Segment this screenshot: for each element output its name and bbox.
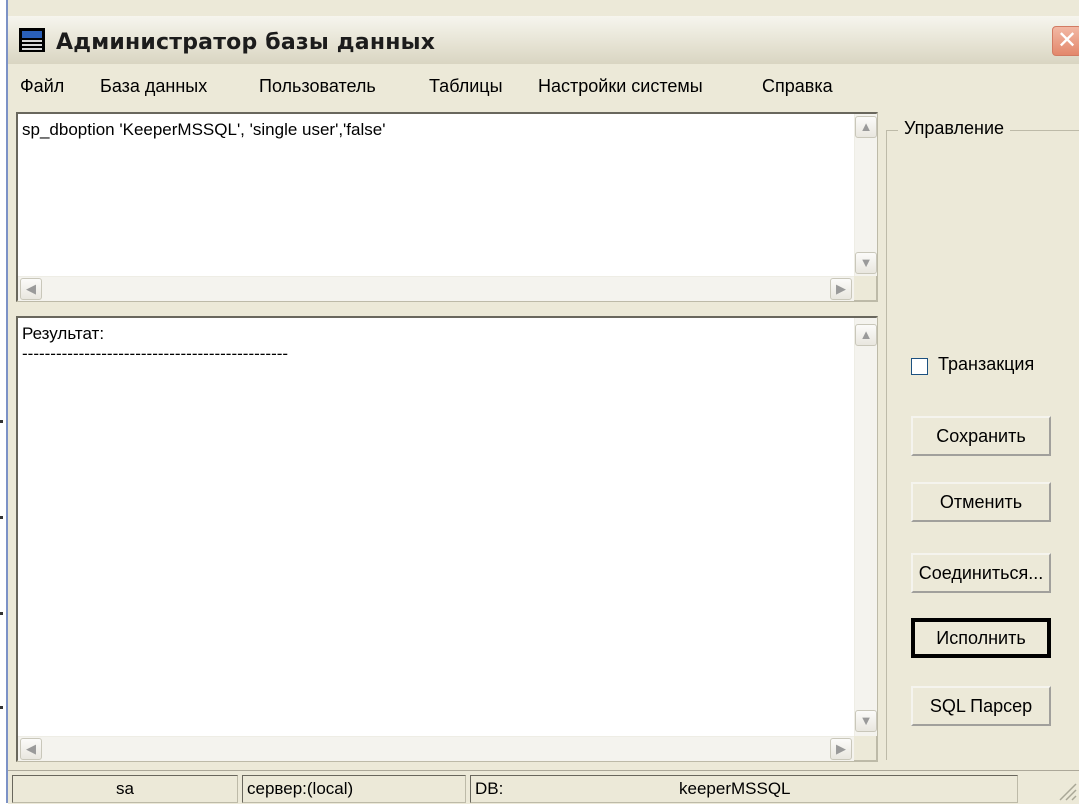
window-title: Администратор базы данных [56,30,436,55]
result-separator: ----------------------------------------… [22,344,289,363]
close-icon[interactable]: ✕ [1052,26,1079,56]
resize-grip-icon[interactable] [1048,776,1078,802]
sql-parser-button[interactable]: SQL Парсер [911,686,1051,726]
status-db-name: keeperMSSQL [679,779,791,798]
menu-bar: Файл База данных Пользователь Таблицы На… [8,66,1079,106]
transaction-label[interactable]: Транзакция [938,354,1034,375]
query-text[interactable]: sp_dboption 'KeeperMSSQL', 'single user'… [22,120,385,140]
result-text: Результат: -----------------------------… [22,324,288,364]
scroll-up-arrow-icon[interactable]: ▲ [855,324,877,346]
status-server: сервер:(local) [242,775,466,803]
scroll-left-arrow-icon[interactable]: ◀ [20,278,42,300]
edge-artifact [0,516,3,519]
result-pane[interactable]: Результат: -----------------------------… [16,316,878,762]
scroll-corner [854,276,876,300]
app-window: Администратор базы данных ✕ Файл База да… [6,0,1079,804]
app-window-icon [19,28,45,52]
connect-button[interactable]: Соединиться... [911,553,1051,593]
status-user: sa [12,775,238,803]
menu-help[interactable]: Справка [762,76,833,97]
menu-file[interactable]: Файл [20,76,64,97]
save-button[interactable]: Сохранить [911,416,1051,456]
result-vertical-scrollbar[interactable]: ▲ ▼ [854,318,877,736]
query-horizontal-scrollbar[interactable]: ◀ ▶ [18,276,854,301]
result-label: Результат: [22,324,105,343]
transaction-checkbox[interactable] [911,358,928,375]
edge-artifact [0,612,3,615]
cancel-button[interactable]: Отменить [911,482,1051,522]
menu-database[interactable]: База данных [100,76,207,97]
menu-tables[interactable]: Таблицы [429,76,503,97]
scroll-corner [854,736,876,760]
scroll-left-arrow-icon[interactable]: ◀ [20,738,42,760]
status-db-label: DB: [475,779,504,798]
menu-user[interactable]: Пользователь [259,76,376,97]
scroll-right-arrow-icon[interactable]: ▶ [830,738,852,760]
scroll-right-arrow-icon[interactable]: ▶ [830,278,852,300]
query-vertical-scrollbar[interactable]: ▲ ▼ [854,114,877,276]
edge-artifact [0,420,3,423]
result-horizontal-scrollbar[interactable]: ◀ ▶ [18,736,854,761]
status-db: DB: keeperMSSQL [470,775,1018,803]
edge-artifact [0,706,3,709]
status-bar: sa сервер:(local) DB: keeperMSSQL [8,770,1079,804]
control-group-title: Управление [898,118,1011,139]
query-editor[interactable]: sp_dboption 'KeeperMSSQL', 'single user'… [16,112,878,302]
scroll-down-arrow-icon[interactable]: ▼ [855,710,877,732]
title-bar[interactable]: Администратор базы данных ✕ [8,16,1079,64]
scroll-up-arrow-icon[interactable]: ▲ [855,116,877,138]
scroll-down-arrow-icon[interactable]: ▼ [855,252,877,274]
execute-button[interactable]: Исполнить [911,618,1051,658]
menu-settings[interactable]: Настройки системы [538,76,703,97]
